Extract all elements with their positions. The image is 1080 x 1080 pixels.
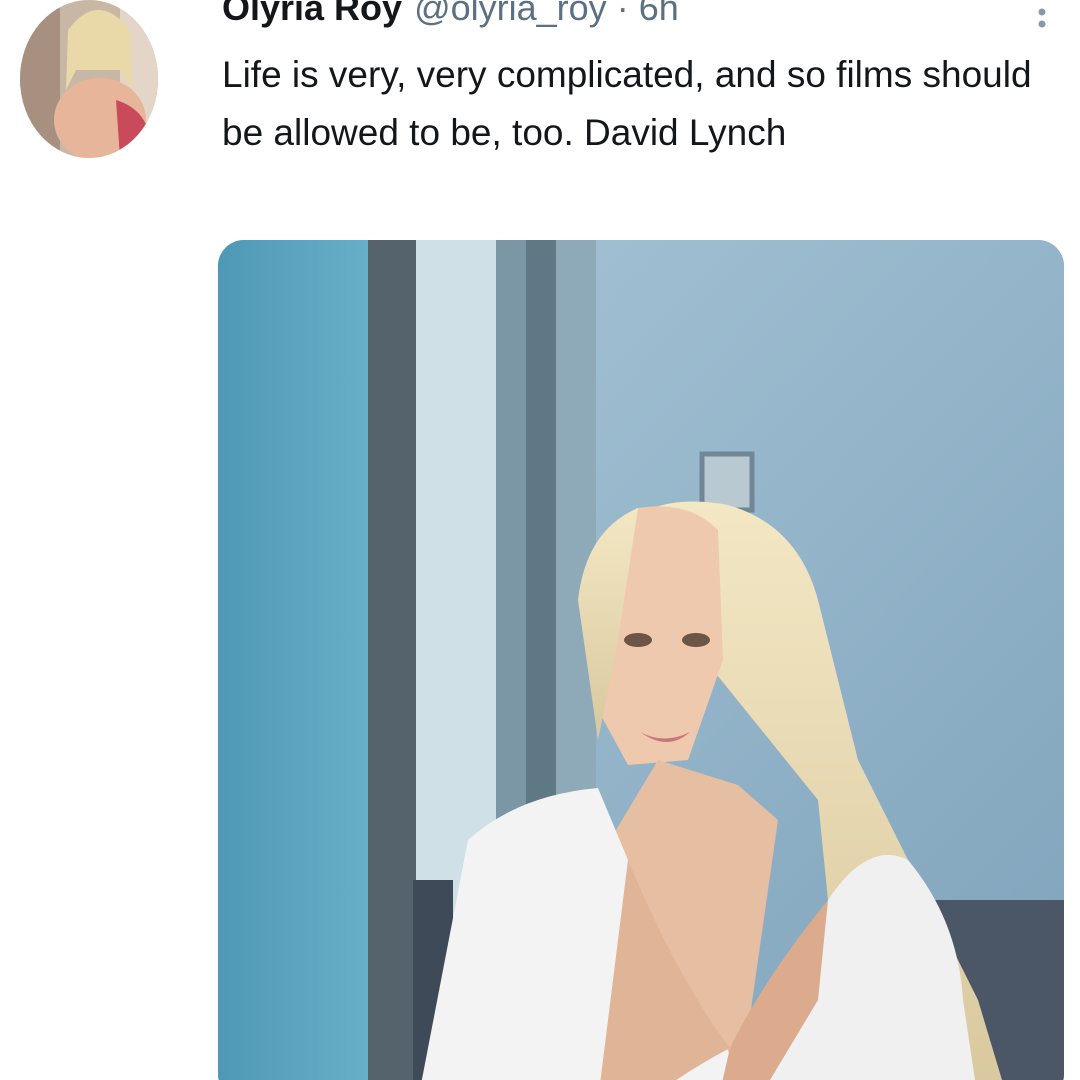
tweet-text: Life is very, very complicated, and so f… — [222, 54, 1032, 153]
media-photo — [218, 240, 1064, 1080]
avatar-photo — [20, 0, 158, 158]
tweet-header: Olyria Roy @olyria_roy · 6h — [222, 0, 679, 30]
avatar[interactable] — [20, 0, 158, 158]
author-name[interactable]: Olyria Roy — [222, 0, 402, 29]
tweet-card[interactable]: Olyria Roy @olyria_roy · 6h Life is very… — [0, 0, 1080, 1080]
timestamp[interactable]: 6h — [639, 0, 679, 29]
header-separator: · — [616, 0, 629, 28]
tweet-media[interactable] — [218, 240, 1064, 1080]
more-options-button[interactable] — [1030, 4, 1054, 44]
more-vertical-icon — [1038, 8, 1046, 28]
author-handle[interactable]: @olyria_roy — [414, 0, 607, 29]
